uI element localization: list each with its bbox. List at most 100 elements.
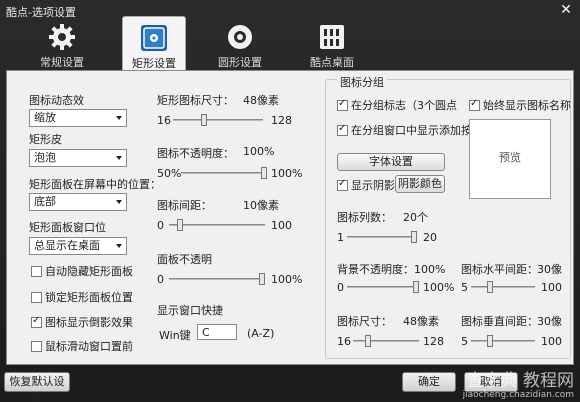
hover-front-checkbox[interactable]: 鼠标滑动窗口置前 [31, 338, 133, 354]
slider-thumb[interactable] [365, 335, 371, 347]
tab-desktop[interactable]: 酷点桌面 [300, 16, 364, 74]
font-settings-button[interactable]: 字体设置 [337, 153, 445, 171]
slider-track [347, 286, 419, 288]
icon-opacity-max: 100% [271, 167, 303, 180]
checkbox-box[interactable] [31, 340, 42, 352]
options-window: 酷点-选项设置 ✕ 常规设置 矩形设置 圆形设置 酷点桌面 图标动态效 缩放 矩… [0, 0, 580, 402]
icon-size2-slider[interactable] [353, 335, 419, 347]
slider-thumb[interactable] [261, 167, 267, 179]
hgap-slider[interactable] [471, 281, 535, 293]
chevron-down-icon [116, 200, 122, 204]
slider-thumb[interactable] [487, 281, 493, 293]
shadow-color-button[interactable]: 阴影颜色 [395, 175, 445, 193]
icon-size2-value: 48像素 [403, 315, 439, 328]
slider-thumb[interactable] [487, 335, 493, 347]
slider-track [173, 119, 263, 121]
slider-thumb[interactable] [411, 231, 417, 243]
hgap-max: 100 [541, 281, 562, 294]
chevron-down-icon [116, 244, 122, 248]
columns-value: 20个 [403, 211, 428, 224]
shadow-label: 显示阴影 [351, 179, 395, 192]
reflection-label: 图标显示倒影效果 [45, 316, 133, 329]
icon-size-value: 48像素 [243, 94, 279, 107]
vgap-label: 图标垂直间距： [461, 315, 538, 328]
slider-thumb[interactable] [201, 114, 207, 126]
columns-slider[interactable] [347, 231, 417, 243]
hotkey-title: 显示窗口快捷 [157, 304, 223, 317]
skin-select[interactable]: 泡泡 [29, 149, 127, 167]
tab-general-label: 常规设置 [40, 56, 84, 69]
position-select[interactable]: 底部 [29, 193, 127, 211]
checkbox-box[interactable] [31, 291, 42, 303]
panel-opacity-slider[interactable] [169, 273, 265, 285]
icon-size2-min: 16 [337, 335, 351, 348]
icon-size-label: 矩形图标尺寸： [157, 94, 234, 107]
checkbox-box-checked[interactable] [31, 315, 42, 328]
icon-opacity-slider[interactable] [181, 167, 267, 179]
icon-spacing-label: 图标间距： [157, 199, 212, 212]
lock-position-checkbox[interactable]: 锁定矩形面板位置 [31, 289, 133, 305]
group-mark-label: 在分组标志（3个圆点 [351, 99, 457, 112]
skin-label: 矩形皮 [29, 133, 62, 146]
checkbox-box-checked[interactable] [337, 98, 348, 111]
anim-select[interactable]: 缩放 [29, 109, 127, 127]
window-position-select[interactable]: 总显示在桌面 [29, 237, 127, 255]
slider-thumb[interactable] [259, 273, 265, 285]
icon-spacing-min: 0 [157, 219, 164, 232]
icon-spacing-value: 10像素 [243, 199, 279, 212]
desktop-grid-icon [320, 25, 344, 49]
tab-general[interactable]: 常规设置 [30, 16, 94, 74]
hotkey-label: Win键 [159, 329, 191, 342]
bg-opacity-max: 100% [423, 281, 455, 294]
checkbox-box-checked[interactable] [337, 123, 348, 136]
bg-opacity-label: 背景不透明度：100% [337, 263, 446, 276]
reflection-checkbox[interactable]: 图标显示倒影效果 [31, 314, 133, 330]
settings-panel: 图标动态效 缩放 矩形皮 泡泡 矩形面板在屏幕中的位置： 底部 矩形面板窗口位 … [6, 70, 574, 365]
icon-spacing-max: 100 [271, 219, 292, 232]
panel-opacity-label: 面板不透明 [157, 253, 212, 266]
icon-size-min: 16 [157, 114, 171, 127]
bg-opacity-slider[interactable] [347, 281, 419, 293]
panel-opacity-max: 100% [271, 273, 303, 286]
ok-button[interactable]: 确定 [402, 372, 456, 392]
hotkey-range: (A-Z) [247, 327, 275, 340]
icon-size-slider[interactable] [173, 114, 263, 126]
vgap-slider[interactable] [471, 335, 535, 347]
restore-defaults-button[interactable]: 恢复默认设置 [4, 372, 70, 402]
icon-size-max: 128 [271, 114, 292, 127]
position-select-value: 底部 [34, 195, 56, 208]
gear-icon [49, 24, 75, 50]
shadow-checkbox[interactable]: 显示阴影 [337, 177, 395, 193]
vgap-max: 100 [541, 335, 562, 348]
hotkey-input[interactable]: C [197, 324, 237, 340]
icon-spacing-slider[interactable] [169, 219, 265, 231]
chevron-down-icon [116, 116, 122, 120]
checkbox-box-checked[interactable] [337, 178, 348, 191]
watermark: 查字典 教程网 jiaocheng.chazidian.com [463, 372, 574, 400]
checkbox-box-checked[interactable] [469, 98, 480, 111]
tab-desktop-label: 酷点桌面 [310, 56, 354, 69]
window-position-label: 矩形面板窗口位 [29, 221, 106, 234]
tab-circle[interactable]: 圆形设置 [208, 16, 272, 74]
tab-rectangle-label: 矩形设置 [132, 57, 176, 70]
add-button-label: 在分组窗口中显示添加按钮 [351, 124, 483, 137]
slider-thumb[interactable] [177, 219, 183, 231]
group-mark-checkbox[interactable]: 在分组标志（3个圆点 [337, 97, 457, 113]
slider-track [169, 278, 265, 280]
add-button-checkbox[interactable]: 在分组窗口中显示添加按钮 [337, 122, 483, 138]
columns-min: 1 [337, 231, 344, 244]
auto-hide-label: 自动隐藏矩形面板 [45, 265, 133, 278]
close-button[interactable]: ✕ [558, 2, 574, 18]
icon-opacity-value: 100% [243, 145, 275, 158]
bg-opacity-min: 0 [337, 281, 344, 294]
group-title: 图标分组 [337, 74, 387, 90]
auto-hide-checkbox[interactable]: 自动隐藏矩形面板 [31, 263, 133, 279]
slider-track [169, 224, 265, 226]
slider-thumb[interactable] [413, 281, 419, 293]
columns-max: 20 [423, 231, 437, 244]
always-name-checkbox[interactable]: 始终显示图标名称 [469, 97, 571, 113]
tab-rectangle[interactable]: 矩形设置 [122, 16, 186, 74]
slider-track [347, 236, 417, 238]
checkbox-box[interactable] [31, 265, 42, 277]
anim-select-value: 缩放 [34, 111, 56, 124]
